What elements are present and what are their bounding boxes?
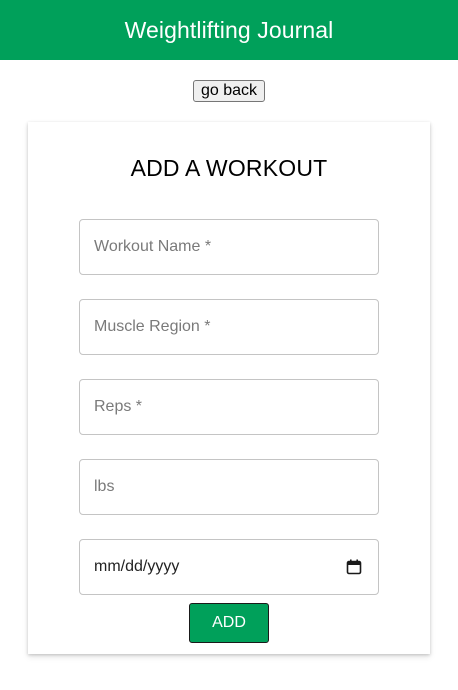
date-field[interactable]: mm/dd/yyyy xyxy=(79,539,379,595)
form-title: ADD A WORKOUT xyxy=(130,155,328,181)
workout-name-placeholder: Workout Name * xyxy=(94,238,212,255)
lbs-field[interactable]: lbs xyxy=(79,459,379,515)
go-back-button[interactable]: go back xyxy=(193,80,265,102)
date-placeholder: mm/dd/yyyy xyxy=(94,558,180,575)
app-header: Weightlifting Journal xyxy=(0,0,458,60)
add-button[interactable]: ADD xyxy=(189,603,269,643)
add-workout-card: ADD A WORKOUT Workout Name * Muscle Regi… xyxy=(28,122,430,654)
app-title: Weightlifting Journal xyxy=(124,16,334,43)
reps-field[interactable]: Reps * xyxy=(79,379,379,435)
muscle-region-placeholder: Muscle Region * xyxy=(94,318,211,335)
reps-placeholder: Reps * xyxy=(94,398,143,415)
lbs-placeholder: lbs xyxy=(94,478,115,495)
workout-name-field[interactable]: Workout Name * xyxy=(79,219,379,275)
calendar-icon[interactable] xyxy=(346,559,362,575)
muscle-region-field[interactable]: Muscle Region * xyxy=(79,299,379,355)
